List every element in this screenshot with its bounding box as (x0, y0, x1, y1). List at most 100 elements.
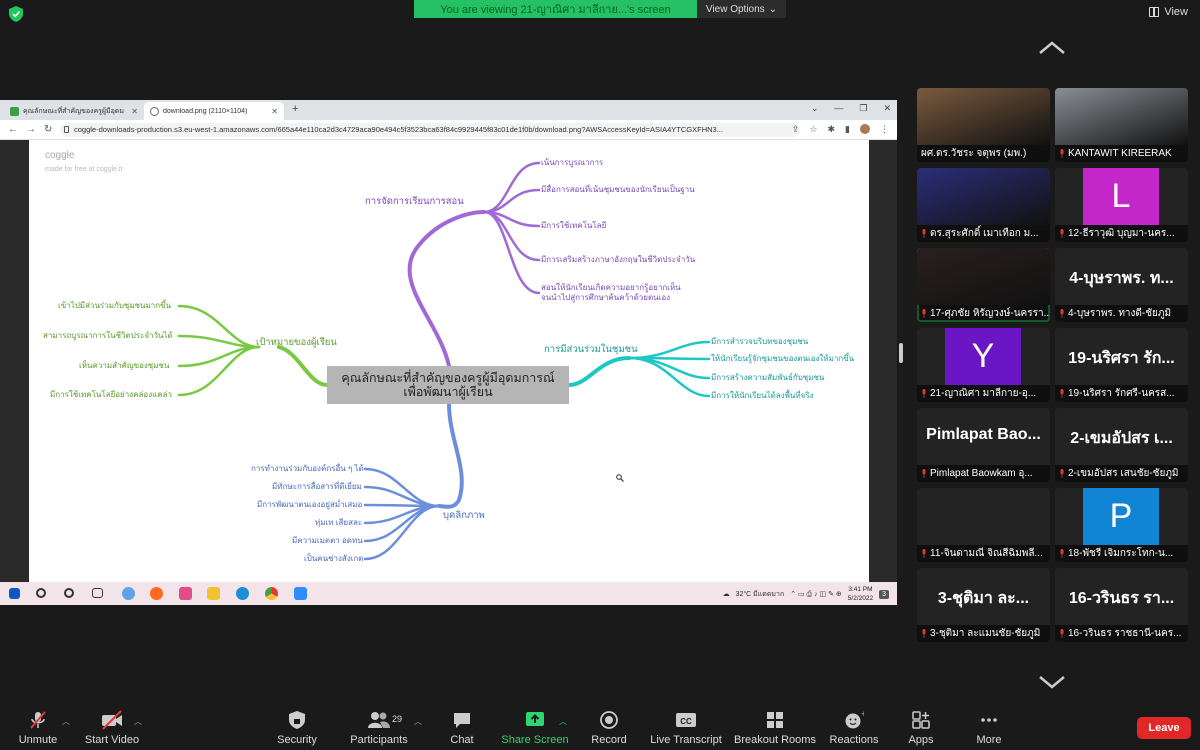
live-transcript-label: Live Transcript (650, 734, 722, 746)
participant-tile[interactable]: 16-วรินธร รา... 16-วรินธร ราชธานี-นคร... (1055, 568, 1188, 642)
file-explorer-icon[interactable] (207, 587, 220, 600)
more-button[interactable]: More (949, 710, 1029, 746)
viewing-banner: You are viewing 21-ญาณิศา มาลีกาย...'s s… (414, 0, 697, 18)
mic-muted-icon (922, 229, 926, 238)
menu-dots-icon[interactable]: ⋮ (880, 124, 889, 135)
browser-tab-download[interactable]: download.png (2110×1104) ✕ (144, 102, 284, 120)
smiley-icon: + (845, 710, 864, 729)
back-icon[interactable]: ← (8, 124, 18, 135)
caret-up-icon[interactable]: ︿ (559, 716, 567, 727)
close-tab-icon[interactable]: ✕ (271, 107, 278, 116)
participant-tile[interactable]: 19-นริศรา รัก... 19-นริศรา รักศรี-นครส... (1055, 328, 1188, 402)
caret-up-icon[interactable]: ︿ (62, 716, 70, 727)
leaf-learner-goals: เห็นความสำคัญของชุมชน (79, 361, 170, 370)
profile-avatar[interactable] (860, 124, 870, 134)
participant-display-name: 3-ชุติมา ละ... (937, 590, 1030, 607)
participant-display-name: 16-วรินธร รา... (1068, 590, 1175, 607)
view-options-label: View Options (705, 3, 765, 15)
participant-display-name: Pimlapat Bao... (926, 426, 1041, 443)
participant-tile[interactable]: ผศ.ดร.วัชระ จตุพร (มพ.) (917, 88, 1050, 162)
cortana-icon[interactable] (64, 588, 74, 598)
participant-tile[interactable]: P 18-พัชรี เจิมกระโทก-น... (1055, 488, 1188, 562)
participant-name: 19-นริศรา รักศรี-นครส... (1068, 388, 1175, 399)
participant-tile[interactable]: 4-บุษราพร. ท... 4-บุษราพร. ทางดี-ชัยภูมิ (1055, 248, 1188, 322)
weather-app-icon[interactable] (122, 587, 135, 600)
browser-tab-title: คุณลักษณะที่สำคัญของครูผู้มีอุดมการ... (23, 107, 124, 115)
shield-lock-icon (289, 711, 305, 729)
task-view-icon[interactable] (92, 588, 103, 598)
paint-icon[interactable] (179, 587, 192, 600)
participant-tile[interactable]: ดร.สุระศักดิ์ เมาเทือก ม... (917, 168, 1050, 242)
close-window-icon[interactable]: ✕ (883, 103, 891, 114)
participant-tile[interactable]: 3-ชุติมา ละ... 3-ชุติมา ละแมนชัย-ชัยภูมิ (917, 568, 1050, 642)
caret-up-icon[interactable]: ︿ (414, 716, 422, 727)
live-transcript-button[interactable]: CC Live Transcript (646, 710, 726, 746)
mic-muted-icon (1060, 309, 1064, 318)
leave-button[interactable]: Leave (1137, 717, 1191, 739)
firefox-icon[interactable] (150, 587, 163, 600)
participant-tile[interactable]: L 12-ธีราวุฒิ บุญมา-นคร... (1055, 168, 1188, 242)
reactions-label: Reactions (829, 734, 879, 746)
url-field[interactable]: coggle-downloads-production.s3.eu-west-1… (60, 123, 800, 137)
maximize-icon[interactable]: ❐ (859, 103, 867, 114)
chevron-down-icon: ⌄ (768, 3, 778, 15)
participant-tile[interactable]: KANTAWIT KIREERAK (1055, 88, 1188, 162)
view-button[interactable]: View (1149, 6, 1188, 18)
participant-avatar: L (1083, 168, 1159, 225)
minimize-icon[interactable]: — (834, 103, 843, 114)
clock[interactable]: 3:41 PM 5/2/2022 (848, 585, 873, 603)
sidebar-icon[interactable]: ▮ (845, 124, 850, 135)
gallery-down-chevron-icon[interactable] (1037, 674, 1067, 690)
record-button[interactable]: Record (569, 710, 649, 746)
chat-button[interactable]: Chat (422, 710, 502, 746)
close-tab-icon[interactable]: ✕ (131, 107, 138, 116)
unmute-button[interactable]: Unmute ︿ (0, 710, 78, 746)
participant-avatar: Y (945, 328, 1021, 385)
participant-tile[interactable]: Pimlapat Bao... Pimlapat Baowkam อุ... (917, 408, 1050, 482)
browser-tab-coggle[interactable]: คุณลักษณะที่สำคัญของครูผู้มีอุดมการ... ✕ (4, 102, 144, 120)
windows-start-icon[interactable] (9, 588, 20, 599)
mic-muted-icon (1060, 469, 1064, 478)
participants-button[interactable]: Participants ︿ (339, 710, 422, 746)
record-label: Record (591, 734, 627, 746)
chrome-icon[interactable] (265, 587, 278, 600)
leaf-line-teaching (482, 161, 541, 214)
notification-badge[interactable]: 3 (879, 589, 889, 599)
panel-resize-handle[interactable] (899, 343, 903, 363)
caret-up-icon[interactable]: ︿ (134, 716, 142, 727)
reload-icon[interactable]: ↻ (44, 124, 52, 135)
mindmap-canvas: coggle made for free at coggle.it คุณลัก… (29, 140, 869, 582)
security-button[interactable]: Security (257, 710, 337, 746)
address-bar: ← → ↻ coggle-downloads-production.s3.eu-… (0, 120, 897, 140)
star-icon[interactable]: ☆ (809, 124, 817, 135)
zoom-app-icon[interactable] (294, 587, 307, 600)
participant-name: 16-วรินธร ราชธานี-นคร... (1068, 628, 1182, 639)
gallery-up-chevron-icon[interactable] (1037, 40, 1067, 56)
view-options-button[interactable]: View Options ⌄ (697, 0, 786, 18)
mic-muted-icon (1060, 389, 1064, 398)
edge-icon[interactable] (236, 587, 249, 600)
search-icon[interactable] (36, 588, 46, 598)
leaf-community: ให้นักเรียนรู้จักชุมชนของตนเองให้มากขึ้น (711, 354, 855, 363)
tab-search-icon[interactable]: ⌄ (811, 103, 819, 114)
grid-view-icon (1149, 7, 1160, 17)
participant-tile[interactable]: 11-จินดามณี จิณสีฉิมพลี... (917, 488, 1050, 562)
new-tab-icon[interactable]: + (292, 103, 298, 115)
forward-icon[interactable]: → (26, 124, 36, 135)
share-screen-button[interactable]: Share Screen ︿ (495, 710, 575, 746)
participant-name-bar: 11-จินดามณี จิณสีฉิมพลี... (917, 545, 1050, 562)
breakout-rooms-button[interactable]: Breakout Rooms (733, 710, 817, 746)
browser-actions: ⇪ ☆ ✱ ▮ ⋮ (792, 124, 889, 135)
participant-video (1055, 88, 1188, 145)
extensions-icon[interactable]: ✱ (828, 124, 836, 135)
participant-tile[interactable]: 2-เขมอัปสร เ... 2-เขมอัปสร เสนชัย-ชัยภูมิ (1055, 408, 1188, 482)
share-icon[interactable]: ⇪ (792, 124, 800, 135)
start-video-label: Start Video (84, 734, 140, 746)
participant-name-bar: 19-นริศรา รักศรี-นครส... (1055, 385, 1188, 402)
viewing-banner-text: You are viewing 21-ญาณิศา มาลีกาย...'s s… (440, 4, 671, 16)
participant-tile[interactable]: 17-ศุภชัย หิรัญวงษ์-นครรา... (917, 248, 1050, 322)
participant-name: 4-บุษราพร. ทางดี-ชัยภูมิ (1068, 308, 1172, 319)
participant-tile[interactable]: Y 21-ญาณิศา มาลีกาย-อุ... (917, 328, 1050, 402)
start-video-button[interactable]: Start Video ︿ (72, 710, 152, 746)
apps-label: Apps (908, 734, 934, 746)
